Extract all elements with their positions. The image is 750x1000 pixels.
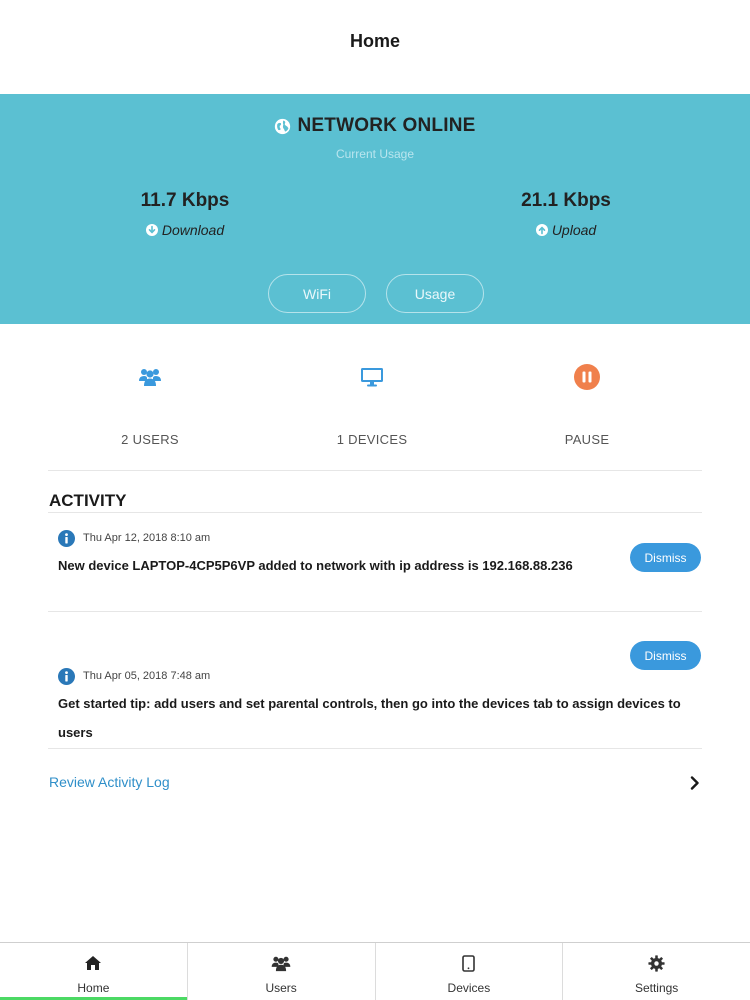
arrow-up-circle-icon	[535, 224, 548, 236]
monitor-icon	[361, 368, 383, 387]
activity-date: Thu Apr 12, 2018 8:10 am	[83, 532, 211, 544]
network-status: NETWORK ONLINE	[0, 115, 750, 137]
chevron-right-icon[interactable]	[690, 776, 700, 790]
tab-users[interactable]: Users	[188, 943, 376, 1000]
tab-settings[interactable]: Settings	[563, 943, 750, 1000]
activity-heading: ACTIVITY	[49, 491, 127, 510]
arrow-down-circle-icon	[145, 224, 158, 236]
tab-label: Users	[265, 981, 297, 995]
tab-bar: Home Users Devices Settings	[0, 942, 750, 1000]
activity-message: New device LAPTOP-4CP5P6VP added to netw…	[58, 558, 573, 573]
upload-value: 21.1 Kbps	[521, 190, 611, 211]
tab-home[interactable]: Home	[0, 943, 188, 1000]
wifi-button[interactable]: WiFi	[268, 274, 366, 313]
divider	[48, 470, 702, 471]
download-rate: 11.7 Kbps Download	[65, 190, 305, 238]
download-value: 11.7 Kbps	[140, 190, 230, 211]
navigation-bar: Home	[0, 0, 750, 94]
pause-button[interactable]: PAUSE	[487, 360, 687, 447]
usage-button[interactable]: Usage	[386, 274, 484, 313]
devices-shortcut[interactable]: 1 DEVICES	[272, 360, 472, 447]
current-usage-caption: Current Usage	[335, 147, 415, 161]
dismiss-button[interactable]: Dismiss	[630, 543, 701, 572]
users-shortcut[interactable]: 2 USERS	[50, 360, 250, 447]
review-activity-log-link[interactable]: Review Activity Log	[49, 774, 170, 790]
divider	[48, 611, 702, 612]
tablet-icon	[462, 954, 476, 972]
page-title: Home	[349, 31, 400, 51]
upload-label: Upload	[551, 222, 597, 238]
tab-label: Home	[77, 981, 110, 995]
pause-circle-icon	[574, 364, 600, 390]
activity-message: Get started tip: add users and set paren…	[58, 696, 681, 740]
users-icon	[139, 369, 161, 386]
tab-label: Settings	[634, 981, 679, 995]
network-status-text: NETWORK ONLINE	[297, 115, 476, 136]
info-icon	[58, 530, 75, 547]
globe-icon	[275, 118, 291, 134]
home-icon	[85, 956, 102, 970]
gear-icon	[648, 954, 665, 972]
download-label: Download	[161, 222, 225, 238]
upload-rate: 21.1 Kbps Upload	[446, 190, 686, 238]
users-icon	[271, 956, 291, 971]
devices-count-label: 1 DEVICES	[336, 432, 408, 447]
pause-label: PAUSE	[564, 432, 610, 447]
divider	[48, 748, 702, 749]
dismiss-button[interactable]: Dismiss	[630, 641, 701, 670]
tab-devices[interactable]: Devices	[376, 943, 564, 1000]
activity-date: Thu Apr 05, 2018 7:48 am	[83, 670, 211, 682]
users-count-label: 2 USERS	[121, 432, 179, 447]
tab-label: Devices	[447, 981, 491, 995]
divider	[48, 512, 702, 513]
info-icon	[58, 668, 75, 685]
